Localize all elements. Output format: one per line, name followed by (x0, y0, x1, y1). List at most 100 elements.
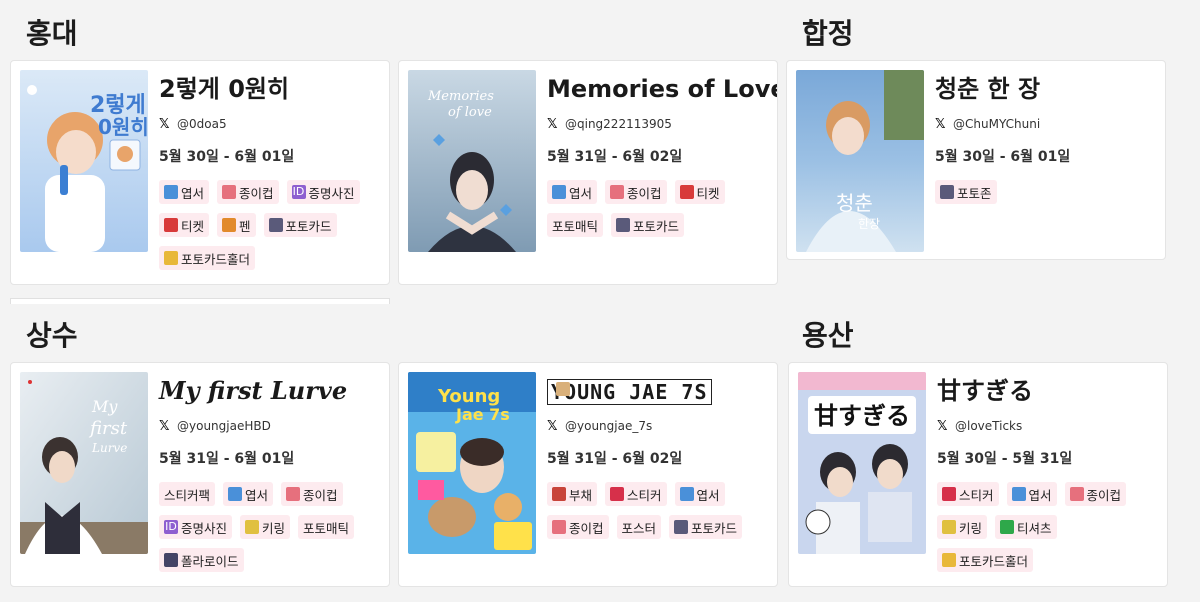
id-icon: ID (291, 185, 306, 199)
event-title[interactable]: 2렇게 0원히 (159, 71, 381, 107)
cup-icon (610, 185, 625, 199)
handle-text[interactable]: @youngjaeHBD (177, 419, 271, 433)
event-dates: 5월 31일 - 6월 02일 (547, 451, 683, 467)
svg-text:Memories: Memories (427, 89, 494, 104)
x-logo-icon: 𝕏 (547, 116, 558, 132)
event-poster[interactable]: Young Jae 7s (408, 372, 536, 554)
tag-ticket: 티켓 (159, 213, 210, 237)
twitter-handle[interactable]: 𝕏 @ChuMYChuni (935, 115, 1157, 133)
section-title-yongsan: 용산 (802, 319, 854, 352)
goods-tags: 엽서 종이컵 티켓 포토매틱 포토카드 (547, 180, 767, 237)
tag-label: 스티커팩 (164, 487, 211, 503)
tag-postcard: 엽서 (547, 180, 598, 204)
svg-text:청춘: 청춘 (836, 191, 873, 215)
tag-photocard-holder: 포토카드홀더 (937, 548, 1034, 572)
event-poster[interactable]: Memories of love (408, 70, 536, 252)
cup-icon (222, 185, 237, 199)
sticker-icon (942, 487, 956, 501)
event-title[interactable]: 甘すぎる (937, 373, 1159, 409)
tag-paper-cup: 종이컵 (1064, 482, 1127, 506)
folder-icon (164, 251, 178, 265)
photo-icon (674, 520, 689, 534)
section-title-hapjeong: 합정 (802, 17, 854, 50)
tag-label: 스티커 (959, 487, 994, 503)
section-title-hongdae: 홍대 (26, 17, 78, 50)
tag-label: 포토카드 (285, 218, 332, 234)
tshirt-icon (1000, 520, 1015, 534)
event-dates: 5월 31일 - 6월 01일 (159, 451, 295, 467)
event-title[interactable]: 청춘 한 장 (935, 71, 1157, 107)
event-card[interactable]: 청춘 한장 청춘 한 장 𝕏 @ChuMYChuni 5월 30일 - 6월 0… (786, 60, 1166, 260)
tag-label: 엽서 (1028, 487, 1052, 503)
event-card[interactable]: Memories of love Memories of Love 𝕏 @qin… (398, 60, 778, 285)
tag-pen: 펜 (217, 213, 256, 237)
tag-label: 종이컵 (1086, 487, 1122, 503)
tag-label: 포토매틱 (303, 520, 350, 536)
folder-icon (942, 553, 956, 567)
tag-poster: 포스터 (556, 382, 662, 539)
goods-tags: 스티커팩 엽서 종이컵 ID 증명사진 키링 포토매틱 폴라로이드 (159, 482, 379, 572)
handle-text[interactable]: @ChuMYChuni (953, 117, 1040, 131)
tag-label: 포스터 (621, 520, 657, 536)
tag-label: 포토카드홀더 (959, 553, 1029, 569)
tag-photocard: 포토카드 (611, 213, 685, 237)
event-card[interactable]: My first Lurve My first Lurve 𝕏 @youngja… (10, 362, 390, 587)
event-card[interactable]: 2렇게 0원히 2렇게 0원히 𝕏 @0doa5 5월 30일 - 6월 01일… (10, 60, 390, 285)
event-poster[interactable]: My first Lurve (20, 372, 148, 554)
svg-text:0원히: 0원히 (98, 115, 148, 139)
handle-text[interactable]: @youngjae_7s (565, 419, 652, 433)
event-title[interactable]: Memories of Love (547, 71, 777, 107)
event-card[interactable]: 甘すぎる 甘すぎる 𝕏 @loveTicks 5월 30일 - 5월 31일 스… (788, 362, 1168, 587)
twitter-handle[interactable]: 𝕏 @loveTicks (937, 417, 1159, 435)
tag-keyring: 키링 (937, 515, 988, 539)
tag-paper-cup: 종이컵 (217, 180, 279, 204)
x-logo-icon: 𝕏 (159, 116, 170, 132)
svg-text:한장: 한장 (858, 217, 880, 231)
twitter-handle[interactable]: 𝕏 @qing222113905 (547, 115, 769, 133)
tag-paper-cup: 종이컵 (281, 482, 343, 506)
event-dates: 5월 30일 - 6월 01일 (935, 149, 1071, 165)
tag-postcard: 엽서 (1006, 482, 1057, 506)
ticket-icon (679, 185, 694, 199)
svg-text:Lurve: Lurve (91, 441, 127, 455)
handle-text[interactable]: @0doa5 (177, 117, 227, 131)
photo-icon (268, 218, 283, 232)
tag-sticker: 스티커 (605, 482, 667, 506)
tag-label: 증명사진 (181, 520, 228, 536)
event-poster[interactable]: 청춘 한장 (796, 70, 924, 252)
postcard-icon (552, 185, 566, 199)
twitter-handle[interactable]: 𝕏 @0doa5 (159, 115, 381, 133)
event-dates: 5월 30일 - 6월 01일 (159, 149, 295, 165)
handle-text[interactable]: @qing222113905 (565, 117, 672, 131)
postcard-icon (164, 185, 178, 199)
x-logo-icon: 𝕏 (937, 418, 948, 434)
svg-text:of love: of love (448, 105, 492, 120)
tag-label: 증명사진 (308, 185, 355, 201)
x-logo-icon: 𝕏 (547, 418, 558, 434)
twitter-handle[interactable]: 𝕏 @youngjae_7s (547, 417, 769, 435)
cup-icon (1069, 487, 1084, 501)
tag-label: 종이컵 (239, 185, 274, 201)
event-title[interactable]: My first Lurve (159, 373, 381, 409)
tag-label: 종이컵 (627, 185, 662, 201)
tag-label: 엽서 (181, 185, 205, 201)
event-title-text[interactable]: YOUNG JAE 7S (547, 379, 712, 405)
event-title[interactable]: YOUNG JAE 7S (547, 373, 769, 409)
tag-paper-cup: 종이컵 (547, 515, 609, 539)
x-logo-icon: 𝕏 (159, 418, 170, 434)
tag-id-photo: ID 증명사진 (159, 515, 233, 539)
tag-label: 부채 (569, 487, 593, 503)
tag-label: 키링 (959, 520, 983, 536)
photo-icon (940, 185, 954, 199)
tag-tshirt: 티셔츠 (995, 515, 1057, 539)
svg-text:甘すぎる: 甘すぎる (814, 402, 910, 430)
handle-text[interactable]: @loveTicks (955, 419, 1022, 433)
svg-text:first: first (88, 418, 128, 439)
tag-postcard: 엽서 (159, 180, 210, 204)
twitter-handle[interactable]: 𝕏 @youngjaeHBD (159, 417, 381, 435)
event-poster[interactable]: 2렇게 0원히 (20, 70, 148, 252)
event-poster[interactable]: 甘すぎる (798, 372, 926, 554)
event-card[interactable]: Young Jae 7s YOUNG JAE 7S 𝕏 @youngjae_7s… (398, 362, 778, 587)
tag-photomatic: 포토매틱 (547, 213, 604, 237)
tag-polaroid: 폴라로이드 (159, 548, 244, 572)
